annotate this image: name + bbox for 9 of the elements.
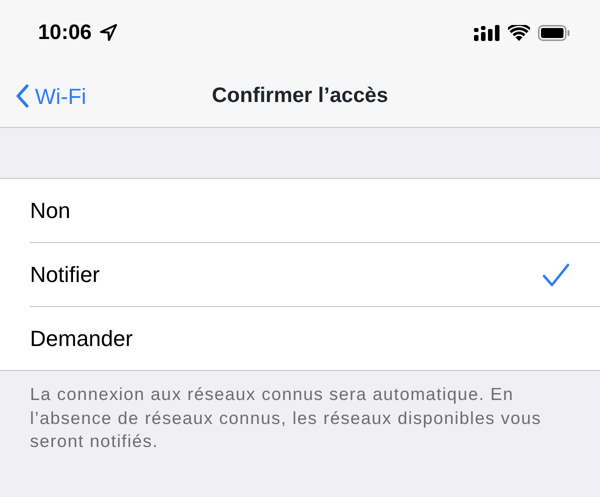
battery-icon [538,24,570,40]
page-title: Confirmer l’accès [212,83,388,110]
location-arrow-icon [100,24,117,41]
clock-time: 10:06 [38,20,92,46]
back-button[interactable]: Wi-Fi [0,80,86,112]
wifi-icon [508,24,530,40]
footer-note: La connexion aux réseaux connus sera automatique. En l’absence de réseaux connus, les réseaux disponibles vous seront notifiés. [29,383,542,453]
chevron-left-icon [16,84,29,108]
signal-icon [474,24,500,40]
